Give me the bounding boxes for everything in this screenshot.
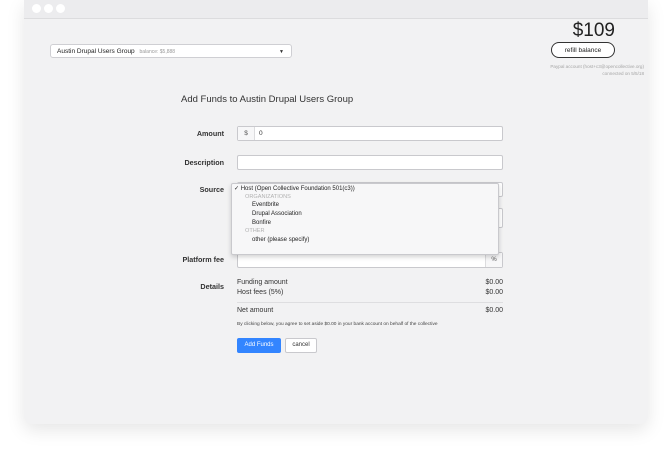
description-value — [238, 164, 242, 171]
source-option-eventbrite[interactable]: Eventbrite — [252, 201, 498, 210]
paypal-connected-line: connected on 5/5/18 — [602, 70, 644, 76]
net-amount-value: $0.00 — [485, 307, 503, 314]
percent-unit: % — [485, 253, 502, 267]
host-balance-amount: $109 — [572, 20, 615, 41]
host-fee-label: Host fees (5%) — [237, 289, 284, 296]
source-option-other[interactable]: other (please specify) — [252, 236, 498, 245]
page-title: Add Funds to Austin Drupal Users Group — [181, 94, 354, 105]
amount-label: Amount — [196, 129, 224, 138]
funding-amount-label: Funding amount — [237, 279, 288, 286]
platform-fee-value — [238, 261, 242, 268]
funding-amount-value: $0.00 — [485, 279, 503, 286]
refill-balance-button[interactable]: refill balance — [551, 42, 615, 58]
amount-value: 0 — [259, 130, 263, 137]
collective-name: Austin Drupal Users Group — [57, 48, 135, 55]
source-option-drupal-association[interactable]: Drupal Association — [252, 210, 498, 219]
net-amount-label: Net amount — [237, 307, 274, 314]
caret-down-icon: ▼ — [279, 49, 284, 55]
group-other: OTHER — [245, 228, 265, 234]
collective-select[interactable]: Austin Drupal Users Group balance: $5,88… — [50, 44, 292, 58]
paypal-connection-note: Paypal account (host+c3@opencollective.o… — [514, 64, 644, 77]
source-label: Source — [199, 185, 224, 194]
page-content: Austin Drupal Users Group balance: $5,88… — [24, 18, 648, 424]
platform-fee-label: Platform fee — [182, 255, 224, 264]
add-funds-button[interactable]: Add Funds — [237, 338, 281, 353]
collective-balance: balance: $5,888 — [139, 49, 176, 55]
source-dropdown-menu[interactable]: ✓ Host (Open Collective Foundation 501(c… — [231, 183, 499, 255]
agreement-text: By clicking below, you agree to set asid… — [237, 322, 438, 327]
check-icon: ✓ — [234, 186, 240, 192]
host-fee-value: $0.00 — [485, 289, 503, 296]
details-label: Details — [200, 282, 224, 291]
details-divider — [237, 302, 503, 303]
source-option-host-label: Host (Open Collective Foundation 501(c3)… — [240, 186, 355, 192]
amount-input[interactable]: $ 0 — [237, 126, 503, 141]
cancel-button[interactable]: cancel — [285, 338, 317, 353]
description-label: Description — [184, 158, 224, 167]
description-input[interactable] — [237, 155, 503, 170]
app-content-frame: Austin Drupal Users Group balance: $5,88… — [24, 0, 648, 424]
currency-symbol: $ — [238, 127, 255, 140]
